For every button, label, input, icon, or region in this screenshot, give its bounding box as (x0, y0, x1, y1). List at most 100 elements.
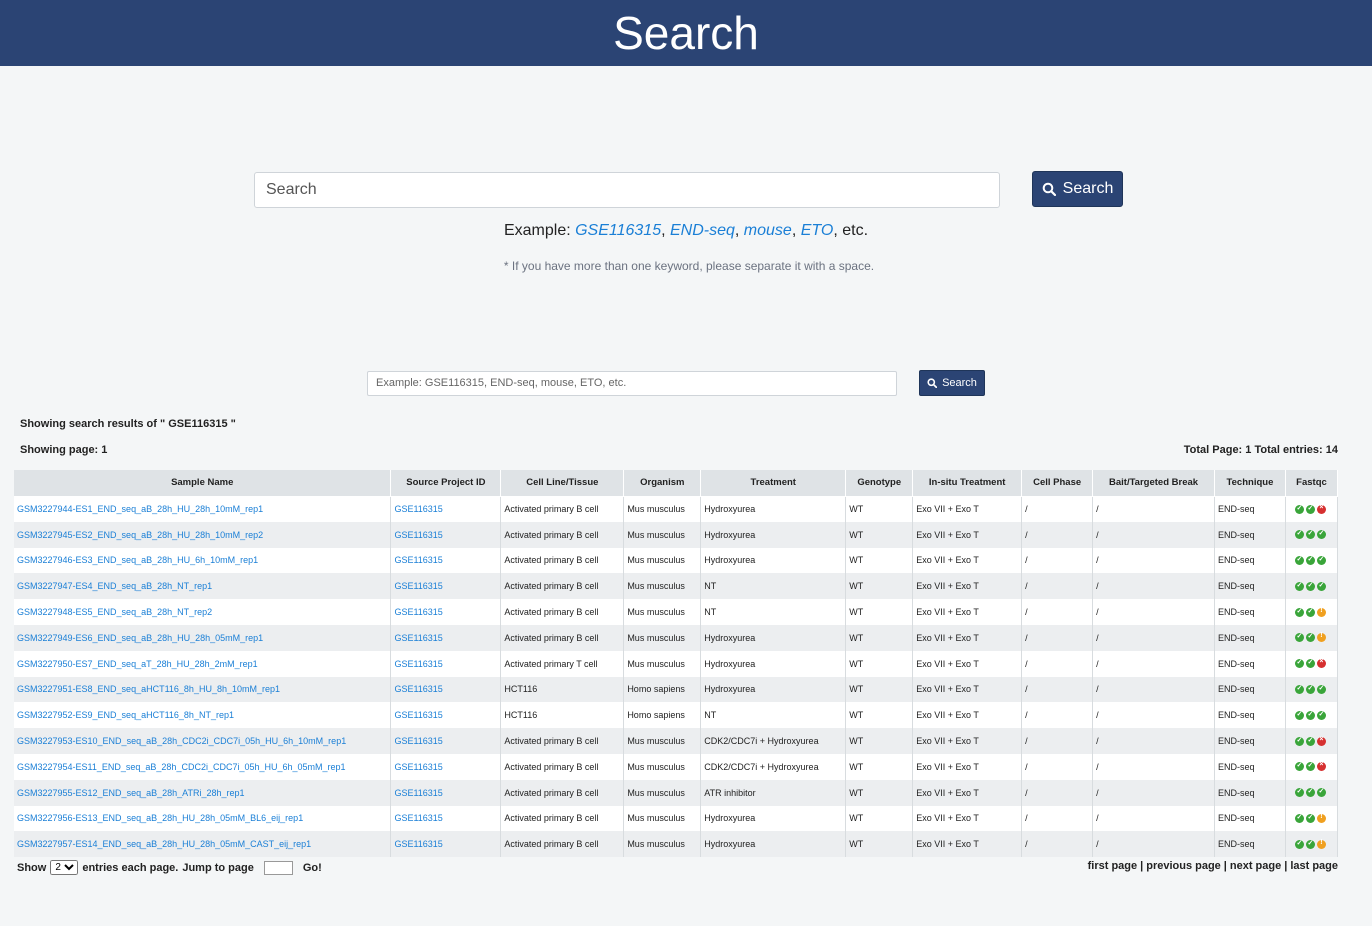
table-cell: Hydroxyurea (700, 805, 847, 832)
next-page-link[interactable]: next page (1230, 860, 1281, 872)
table-cell: / (1021, 676, 1094, 703)
example-link-mouse[interactable]: mouse (744, 222, 792, 239)
sample-name-link[interactable]: GSM3227946-ES3_END_seq_aB_28h_HU_6h_10mM… (17, 555, 258, 565)
project-id-link[interactable]: GSE116315 (394, 710, 442, 720)
last-page-link[interactable]: last page (1290, 860, 1338, 872)
check-circle-icon[interactable] (1305, 581, 1315, 591)
check-circle-icon[interactable] (1294, 787, 1304, 798)
check-circle-icon[interactable] (1305, 710, 1315, 720)
treatment-cell: Hydroxyurea (704, 658, 756, 669)
sample-name-link[interactable]: GSM3227953-ES10_END_seq_aB_28h_CDC2i_CDC… (17, 736, 346, 746)
check-circle-icon[interactable] (1294, 658, 1304, 669)
check-circle-icon[interactable] (1294, 684, 1304, 694)
table-cell: Activated primary T cell (500, 650, 625, 677)
project-id-link[interactable]: GSE116315 (394, 555, 442, 565)
fastqc-cell (1285, 573, 1339, 600)
check-circle-icon[interactable] (1294, 607, 1304, 617)
check-circle-icon[interactable] (1316, 581, 1326, 591)
table-cell: GSM3227948-ES5_END_seq_aB_28h_NT_rep2 (14, 599, 392, 625)
check-circle-icon[interactable] (1305, 529, 1315, 540)
sample-name-link[interactable]: GSM3227954-ES11_END_seq_aB_28h_CDC2i_CDC… (17, 762, 346, 772)
check-circle-icon[interactable] (1305, 684, 1315, 694)
x-circle-icon[interactable] (1316, 736, 1326, 746)
warning-circle-icon[interactable] (1316, 607, 1326, 617)
project-id-link[interactable]: GSE116315 (394, 530, 442, 540)
sample-name-link[interactable]: GSM3227956-ES13_END_seq_aB_28h_HU_28h_05… (17, 813, 303, 823)
check-circle-icon[interactable] (1316, 555, 1326, 565)
sample-name-link[interactable]: GSM3227948-ES5_END_seq_aB_28h_NT_rep2 (17, 607, 212, 617)
project-id-link[interactable]: GSE116315 (394, 684, 442, 694)
check-circle-icon[interactable] (1305, 761, 1315, 772)
sample-name-link[interactable]: GSM3227949-ES6_END_seq_aB_28h_HU_28h_05m… (17, 633, 263, 643)
project-id-link[interactable]: GSE116315 (394, 504, 442, 514)
x-circle-icon[interactable] (1316, 504, 1326, 514)
project-id-link[interactable]: GSE116315 (394, 581, 442, 591)
example-link-endseq[interactable]: END-seq (670, 222, 735, 239)
check-circle-icon[interactable] (1316, 710, 1326, 720)
first-page-link[interactable]: first page (1088, 860, 1138, 872)
table-cell: GSM3227944-ES1_END_seq_aB_28h_HU_28h_10m… (14, 496, 392, 522)
sample-name-link[interactable]: GSM3227944-ES1_END_seq_aB_28h_HU_28h_10m… (17, 504, 263, 514)
sample-name-link[interactable]: GSM3227951-ES8_END_seq_aHCT116_8h_HU_8h_… (17, 684, 280, 694)
sample-name-link[interactable]: GSM3227950-ES7_END_seq_aT_28h_HU_28h_2mM… (17, 659, 258, 669)
check-circle-icon[interactable] (1305, 787, 1315, 798)
check-circle-icon[interactable] (1305, 658, 1315, 669)
sample-name-link[interactable]: GSM3227955-ES12_END_seq_aB_28h_ATRi_28h_… (17, 788, 245, 798)
check-circle-icon[interactable] (1294, 761, 1304, 772)
main-search-button[interactable]: Search (1032, 171, 1123, 207)
technique-cell: END-seq (1217, 684, 1255, 695)
cell-line-cell: Activated primary B cell (504, 813, 599, 824)
go-button[interactable]: Go! (303, 862, 322, 874)
check-circle-icon[interactable] (1305, 607, 1315, 617)
project-id-link[interactable]: GSE116315 (394, 813, 442, 823)
check-circle-icon[interactable] (1294, 555, 1304, 565)
warning-circle-icon[interactable] (1316, 813, 1326, 823)
check-circle-icon[interactable] (1294, 813, 1304, 823)
table-cell: Activated primary B cell (500, 521, 625, 548)
jump-page-input[interactable] (263, 860, 293, 875)
x-circle-icon[interactable] (1316, 658, 1326, 669)
check-circle-icon[interactable] (1305, 504, 1315, 514)
check-circle-icon[interactable] (1305, 839, 1315, 849)
results-search-button[interactable]: Search (919, 370, 985, 396)
sample-name-link[interactable]: GSM3227957-ES14_END_seq_aB_28h_HU_28h_05… (17, 839, 311, 849)
main-search-input[interactable]: Search (254, 172, 1000, 208)
check-circle-icon[interactable] (1294, 736, 1304, 746)
check-circle-icon[interactable] (1294, 710, 1304, 720)
check-circle-icon[interactable] (1305, 555, 1315, 565)
sample-name-link[interactable]: GSM3227952-ES9_END_seq_aHCT116_8h_NT_rep… (17, 710, 234, 720)
project-id-link[interactable]: GSE116315 (394, 788, 442, 798)
example-link-eto[interactable]: ETO (801, 222, 834, 239)
example-link-gse[interactable]: GSE116315 (575, 222, 661, 239)
table-cell: / (1021, 753, 1094, 780)
check-circle-icon[interactable] (1305, 813, 1315, 823)
project-id-link[interactable]: GSE116315 (394, 607, 442, 617)
check-circle-icon[interactable] (1294, 504, 1304, 514)
cell-line-cell: HCT116 (504, 684, 538, 695)
previous-page-link[interactable]: previous page (1146, 860, 1221, 872)
warning-circle-icon[interactable] (1316, 632, 1326, 643)
check-circle-icon[interactable] (1316, 684, 1326, 694)
sample-name-link[interactable]: GSM3227947-ES4_END_seq_aB_28h_NT_rep1 (17, 581, 212, 591)
check-circle-icon[interactable] (1305, 632, 1315, 643)
check-circle-icon[interactable] (1305, 736, 1315, 746)
page-size-select[interactable]: 20 (50, 860, 79, 875)
project-id-link[interactable]: GSE116315 (394, 659, 442, 669)
check-circle-icon[interactable] (1294, 581, 1304, 591)
check-circle-icon[interactable] (1294, 529, 1304, 540)
project-id-link[interactable]: GSE116315 (394, 839, 442, 849)
project-id-link[interactable]: GSE116315 (394, 633, 442, 643)
check-circle-icon[interactable] (1316, 787, 1326, 798)
check-circle-icon[interactable] (1294, 632, 1304, 643)
project-id-link[interactable]: GSE116315 (394, 762, 442, 772)
check-circle-icon[interactable] (1294, 839, 1304, 849)
warning-circle-icon[interactable] (1316, 839, 1326, 849)
project-id-link[interactable]: GSE116315 (394, 736, 442, 746)
sample-name-link[interactable]: GSM3227945-ES2_END_seq_aB_28h_HU_28h_10m… (17, 530, 263, 540)
table-cell: Exo VII + Exo T (912, 547, 1023, 574)
table-cell: / (1092, 496, 1215, 522)
results-search-input[interactable]: Example: GSE116315, END-seq, mouse, ETO,… (367, 371, 897, 396)
x-circle-icon[interactable] (1316, 761, 1326, 772)
table-cell: GSM3227954-ES11_END_seq_aB_28h_CDC2i_CDC… (14, 753, 392, 780)
check-circle-icon[interactable] (1316, 529, 1326, 540)
